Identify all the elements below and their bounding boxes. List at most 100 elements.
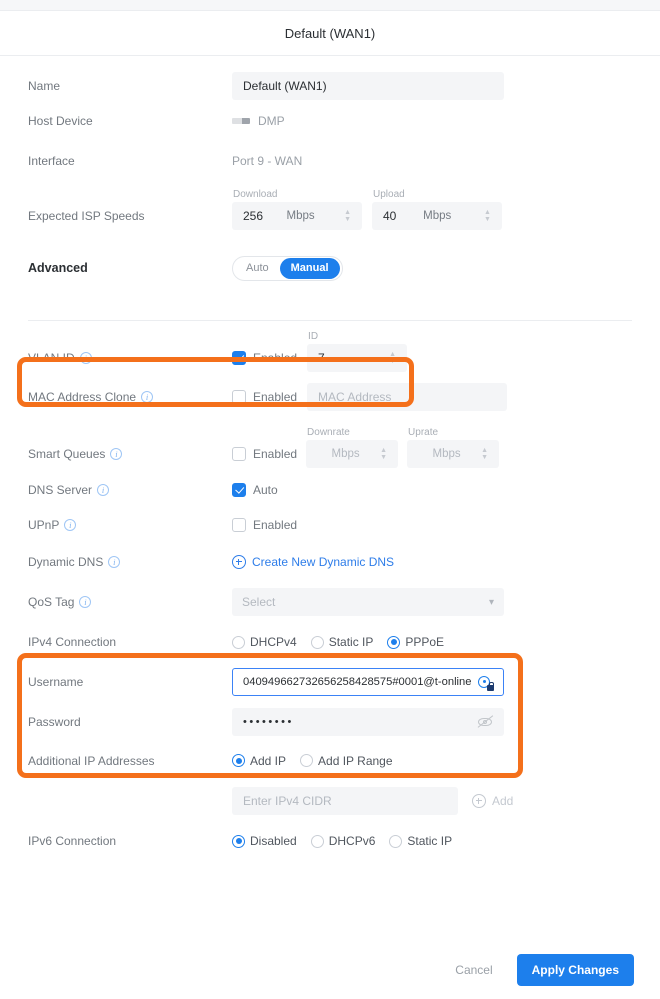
radio-add-ip-range[interactable]: Add IP Range [300, 754, 393, 768]
row-smart-queues: Smart Queues i Enabled Downrate Mbps ▲ ▼ … [28, 416, 632, 472]
checkbox-box[interactable] [232, 517, 246, 532]
download-speed-input[interactable]: 256 Mbps ▲ ▼ [232, 202, 362, 230]
radio-add-ip[interactable]: Add IP [232, 754, 286, 768]
radio-add-ip-label: Add IP [250, 753, 287, 768]
downrate-label: Downrate [307, 427, 350, 438]
upload-stepper[interactable]: ▲ ▼ [484, 209, 491, 223]
create-dynamic-dns-label: Create New Dynamic DNS [252, 555, 395, 569]
label-dns-server: DNS Server i [28, 483, 232, 497]
row-dynamic-dns: Dynamic DNS i Create New Dynamic DNS [28, 542, 632, 582]
mac-clone-checkbox[interactable]: Enabled [232, 389, 297, 404]
eye-off-icon[interactable] [477, 714, 494, 730]
radio-ipv6-static-ip-label: Static IP [407, 834, 453, 848]
uprate-stepper[interactable]: ▲ ▼ [481, 447, 488, 461]
page-title: Default (WAN1) [284, 25, 376, 41]
row-name: Name Default (WAN1) [28, 56, 632, 102]
download-unit: Mbps [286, 210, 315, 222]
downrate-stepper[interactable]: ▲ ▼ [380, 447, 387, 461]
label-dynamic-dns: Dynamic DNS i [28, 555, 232, 569]
download-label: Download [233, 189, 278, 200]
downrate-input[interactable]: Mbps ▲ ▼ [306, 440, 399, 468]
smart-queues-label-text: Smart Queues [28, 447, 106, 461]
advanced-mode-manual[interactable]: Manual [279, 257, 340, 279]
upload-unit: Mbps [423, 210, 452, 222]
info-icon[interactable]: i [108, 556, 121, 568]
apply-changes-button[interactable]: Apply Changes [516, 954, 634, 986]
radio-pppoe[interactable]: PPPoE [387, 635, 444, 649]
ipv4-connection-radios: DHCPv4 Static IP PPPoE [232, 635, 444, 649]
checkbox-box[interactable] [232, 447, 246, 461]
qos-tag-select[interactable]: Select ▾ [232, 588, 504, 616]
checkbox-box[interactable] [232, 351, 246, 365]
key-lock-icon[interactable] [478, 675, 495, 691]
label-qos-tag: QoS Tag i [28, 595, 232, 609]
row-password: Password •••••••• [28, 702, 632, 742]
radio-circle[interactable] [232, 834, 245, 848]
radio-circle[interactable] [387, 635, 401, 649]
row-isp-speeds: Expected ISP Speeds Download 256 Mbps ▲ ▼… [28, 182, 632, 230]
info-icon[interactable]: i [64, 518, 77, 531]
advanced-mode-toggle[interactable]: Auto Manual [232, 255, 343, 281]
cancel-button[interactable]: Cancel [441, 955, 506, 985]
download-stepper[interactable]: ▲ ▼ [344, 209, 351, 223]
row-host-device: Host Device DMP [28, 102, 632, 140]
label-ipv4-connection: IPv4 Connection [28, 635, 117, 649]
checkbox-box[interactable] [232, 389, 246, 404]
uprate-group: Uprate Mbps ▲ ▼ [407, 427, 500, 468]
radio-circle[interactable] [232, 754, 245, 767]
label-username: Username [28, 675, 84, 689]
info-icon[interactable]: i [79, 352, 92, 364]
upnp-enabled-checkbox[interactable]: Enabled [232, 517, 298, 532]
dialog-footer: Cancel Apply Changes [0, 941, 660, 999]
radio-static-ip[interactable]: Static IP [310, 635, 373, 649]
vlan-id-input[interactable]: 7 ▲ ▼ [307, 344, 408, 372]
radio-circle[interactable] [389, 834, 403, 848]
dialog-header: Default (WAN1) [0, 11, 660, 56]
upnp-enabled-label: Enabled [253, 517, 298, 532]
radio-circle[interactable] [310, 834, 324, 848]
download-speed-group: Download 256 Mbps ▲ ▼ [232, 189, 362, 230]
radio-ipv6-disabled[interactable]: Disabled [232, 834, 297, 848]
name-input[interactable]: Default (WAN1) [232, 72, 504, 100]
row-username: Username 040949662732656258428575#0001@t… [28, 662, 632, 702]
info-icon[interactable]: i [141, 390, 154, 403]
uprate-label: Uprate [408, 427, 439, 438]
uprate-input[interactable]: Mbps ▲ ▼ [407, 440, 500, 468]
smart-queues-checkbox[interactable]: Enabled [232, 447, 297, 468]
info-icon[interactable]: i [97, 483, 110, 496]
dynamic-dns-label-text: Dynamic DNS [28, 555, 104, 569]
additional-ip-radios: Add IP Add IP Range [232, 754, 393, 768]
vlan-enabled-checkbox[interactable]: Enabled [232, 351, 297, 372]
password-value: •••••••• [243, 716, 294, 728]
row-interface: Interface Port 9 - WAN [28, 140, 632, 182]
wan-settings-form: Name Default (WAN1) Host Device DMP Inte… [0, 56, 660, 860]
radio-dhcpv4[interactable]: DHCPv4 [232, 635, 297, 649]
add-ip-button[interactable]: Add [472, 793, 513, 808]
mac-address-input[interactable]: MAC Address [307, 382, 508, 411]
label-vlan-id: VLAN ID i [28, 351, 232, 372]
row-ipv4-connection: IPv4 Connection DHCPv4 Static IP PPPoE [28, 622, 632, 662]
radio-ipv6-static-ip[interactable]: Static IP [389, 834, 452, 848]
info-icon[interactable]: i [79, 596, 92, 608]
top-strip [0, 0, 660, 11]
info-icon[interactable]: i [110, 448, 123, 460]
password-input[interactable]: •••••••• [232, 708, 504, 736]
downrate-group: Downrate Mbps ▲ ▼ [306, 427, 399, 468]
radio-dhcpv6[interactable]: DHCPv6 [310, 834, 375, 848]
download-speed-value: 256 [243, 209, 264, 223]
host-device-value: DMP [258, 114, 285, 128]
vlan-id-stepper[interactable]: ▲ ▼ [389, 351, 396, 365]
upload-speed-input[interactable]: 40 Mbps ▲ ▼ [372, 202, 502, 230]
checkbox-box[interactable] [232, 482, 246, 497]
create-dynamic-dns-link[interactable]: Create New Dynamic DNS [232, 555, 394, 569]
advanced-mode-auto[interactable]: Auto [235, 258, 280, 279]
label-interface: Interface [28, 154, 75, 168]
radio-circle[interactable] [310, 635, 324, 649]
radio-circle[interactable] [300, 754, 314, 767]
vlan-id-group: ID 7 ▲ ▼ [307, 331, 408, 372]
radio-circle[interactable] [232, 635, 245, 649]
dns-auto-checkbox[interactable]: Auto [232, 482, 278, 497]
smart-queues-enabled-label: Enabled [253, 447, 298, 461]
ipv4-cidr-input[interactable]: Enter IPv4 CIDR [232, 786, 458, 815]
username-input[interactable]: 040949662732656258428575#0001@t-online [232, 668, 504, 696]
